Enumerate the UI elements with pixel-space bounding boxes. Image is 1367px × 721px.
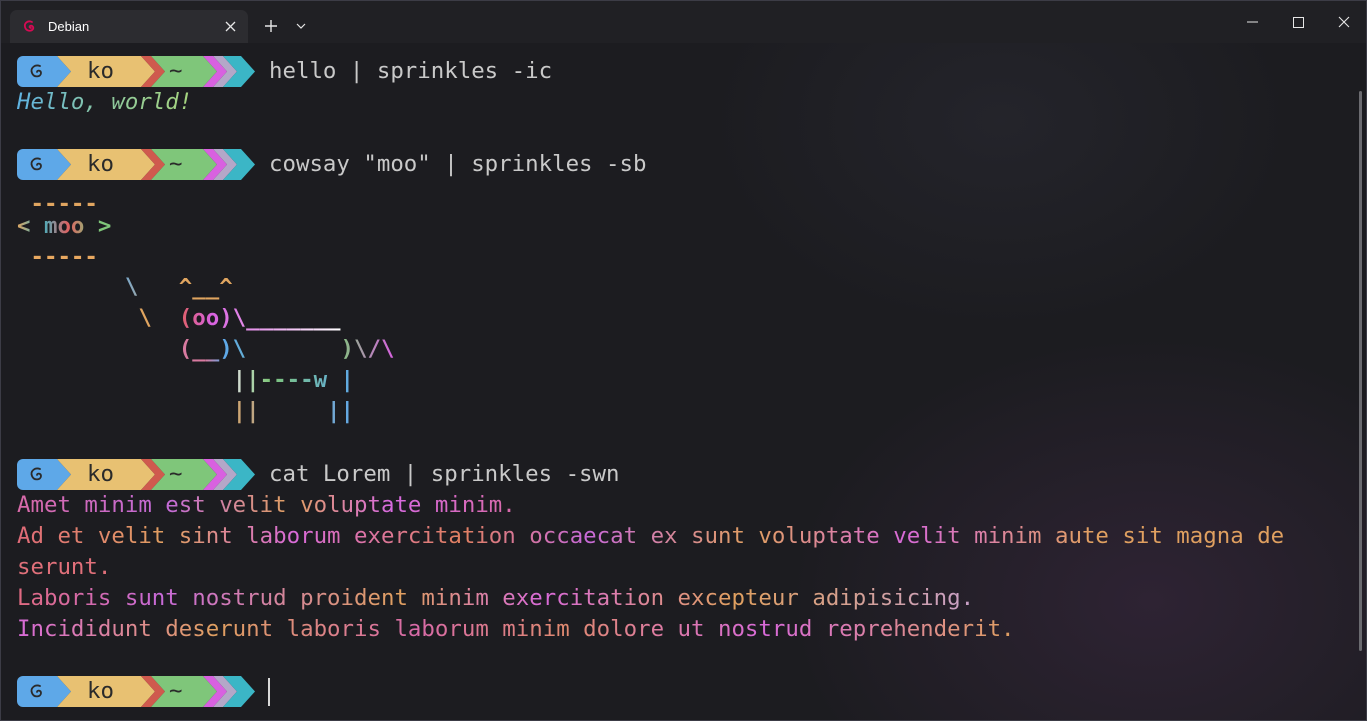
cow-line-5: || || (17, 396, 354, 427)
prompt: ko ~ (17, 459, 257, 490)
prompt-path: ~ (169, 461, 183, 487)
debian-swirl-icon (22, 19, 38, 35)
prompt-user: ko (87, 461, 114, 487)
new-tab-button[interactable] (257, 14, 285, 38)
text-cursor[interactable] (268, 678, 270, 706)
close-icon (1338, 16, 1350, 28)
cow-bubble-bottom: ----- (17, 244, 98, 270)
close-window-button[interactable] (1321, 7, 1366, 37)
command-text: hello | sprinkles -ic (269, 58, 553, 84)
prompt-path: ~ (169, 58, 183, 84)
tab-debian[interactable]: Debian (10, 10, 248, 43)
command-text: cat Lorem | sprinkles -swn (269, 461, 620, 487)
cow-line-1: \ ^__^ (17, 272, 233, 303)
prompt: ko ~ (17, 56, 257, 87)
tab-dropdown-button[interactable] (289, 14, 313, 38)
lorem-line-4: Laboris sunt nostrud proident minim exer… (17, 583, 974, 614)
cow-line-2: \ (oo)\_______ (17, 303, 340, 334)
cow-line-3: (__)\ )\/\ (17, 334, 395, 365)
scrollbar[interactable] (1359, 91, 1362, 651)
maximize-button[interactable] (1275, 7, 1321, 37)
terminal-pane[interactable]: ko ~ hello | sprinkles -ic Hello, world!… (1, 43, 1366, 720)
prompt-user: ko (87, 678, 114, 704)
prompt-user: ko (87, 151, 114, 177)
plus-icon (265, 20, 277, 32)
close-icon[interactable] (222, 18, 238, 34)
chevron-down-icon (296, 23, 306, 29)
prompt-path: ~ (169, 678, 183, 704)
prompt-user: ko (87, 58, 114, 84)
cow-line-4: ||----w | (17, 365, 354, 396)
lorem-line-5: Incididunt deserunt laboris laborum mini… (17, 614, 1015, 645)
lorem-line-1: Amet minim est velit voluptate minim. (17, 490, 516, 521)
output-hello: Hello, world! (17, 87, 192, 118)
minimize-icon (1246, 21, 1258, 23)
prompt-path: ~ (169, 151, 183, 177)
tab-title: Debian (48, 19, 90, 34)
terminal-window: Debian ko ~ hello | sprinkles -ic Hello,… (0, 0, 1367, 721)
prompt: ko ~ (17, 676, 257, 707)
maximize-icon (1292, 16, 1304, 28)
command-text: cowsay "moo" | sprinkles -sb (269, 151, 647, 177)
prompt: ko ~ (17, 149, 257, 180)
title-bar: Debian (1, 1, 1366, 43)
minimize-button[interactable] (1229, 7, 1275, 37)
lorem-line-3: serunt. (17, 554, 112, 580)
cow-bubble-text: < moo > (17, 211, 111, 242)
lorem-line-2: Ad et velit sint laborum exercitation oc… (17, 521, 1284, 552)
